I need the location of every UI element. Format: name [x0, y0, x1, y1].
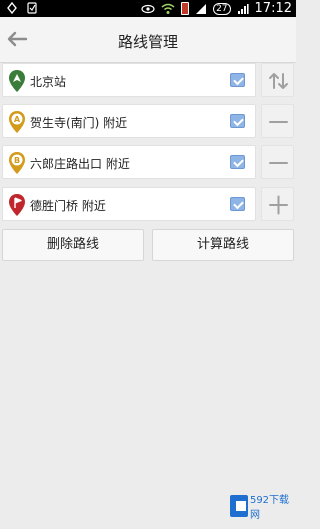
page-title: 路线管理 [117, 33, 178, 51]
wifi-icon [161, 3, 175, 14]
waypoint-b-letter: B [14, 156, 20, 165]
signal-icon [196, 3, 207, 14]
waypoint-a-field[interactable]: A 贺生寺(南门) 附近 [2, 104, 256, 138]
pick-location-button[interactable] [230, 73, 245, 87]
remove-waypoint-b-button[interactable] [261, 145, 294, 179]
pick-location-button[interactable] [230, 114, 245, 128]
waypoint-b-field[interactable]: B 六郎庄路出口 附近 [2, 145, 256, 179]
route-row-start: 北京站 [0, 63, 296, 103]
end-pin-icon [9, 194, 25, 216]
calculate-route-button[interactable]: 计算路线 [152, 229, 294, 261]
swap-route-button[interactable] [261, 63, 294, 97]
waypoint-a-label: 贺生寺(南门) 附近 [30, 116, 128, 130]
plus-icon [269, 195, 288, 215]
calendar-badge: 27 [213, 2, 231, 15]
waypoint-a-pin-icon: A [9, 111, 25, 133]
end-point-field[interactable]: 德胜门桥 附近 [2, 187, 256, 221]
delete-route-button[interactable]: 删除路线 [2, 229, 144, 261]
remove-waypoint-a-button[interactable] [261, 104, 294, 138]
end-point-label: 德胜门桥 附近 [30, 199, 106, 213]
watermark: 592下载网 [230, 495, 290, 521]
pick-location-button[interactable] [230, 197, 245, 211]
watermark-text: 592下载网 [249, 495, 290, 521]
start-point-label: 北京站 [30, 75, 67, 89]
waypoint-b-pin-icon: B [9, 152, 25, 174]
signal-bars-icon [237, 3, 249, 14]
route-row-end: 德胜门桥 附近 [0, 187, 296, 227]
waypoint-a-letter: A [14, 115, 21, 124]
usb-icon [7, 2, 17, 14]
minus-icon [269, 121, 288, 123]
phone-icon [27, 2, 37, 14]
status-bar: 27 17:12 [0, 0, 296, 17]
route-row-waypoint-b: B 六郎庄路出口 附近 [0, 145, 296, 185]
route-row-waypoint-a: A 贺生寺(南门) 附近 [0, 104, 296, 144]
watermark-logo-icon [230, 495, 248, 517]
pick-location-button[interactable] [230, 155, 245, 169]
start-pin-icon [9, 70, 25, 92]
status-left [6, 2, 38, 14]
add-waypoint-button[interactable] [261, 187, 294, 221]
eye-icon [141, 4, 155, 13]
waypoint-b-label: 六郎庄路出口 附近 [30, 157, 130, 171]
swap-icon [269, 73, 288, 89]
start-point-field[interactable]: 北京站 [2, 63, 256, 97]
title-bar: 路线管理 [0, 17, 296, 63]
minus-icon [269, 162, 288, 164]
action-bar: 删除路线 计算路线 [0, 229, 296, 263]
status-right: 27 17:12 [141, 0, 292, 17]
battery-icon [181, 2, 190, 15]
status-time: 17:12 [254, 1, 292, 16]
